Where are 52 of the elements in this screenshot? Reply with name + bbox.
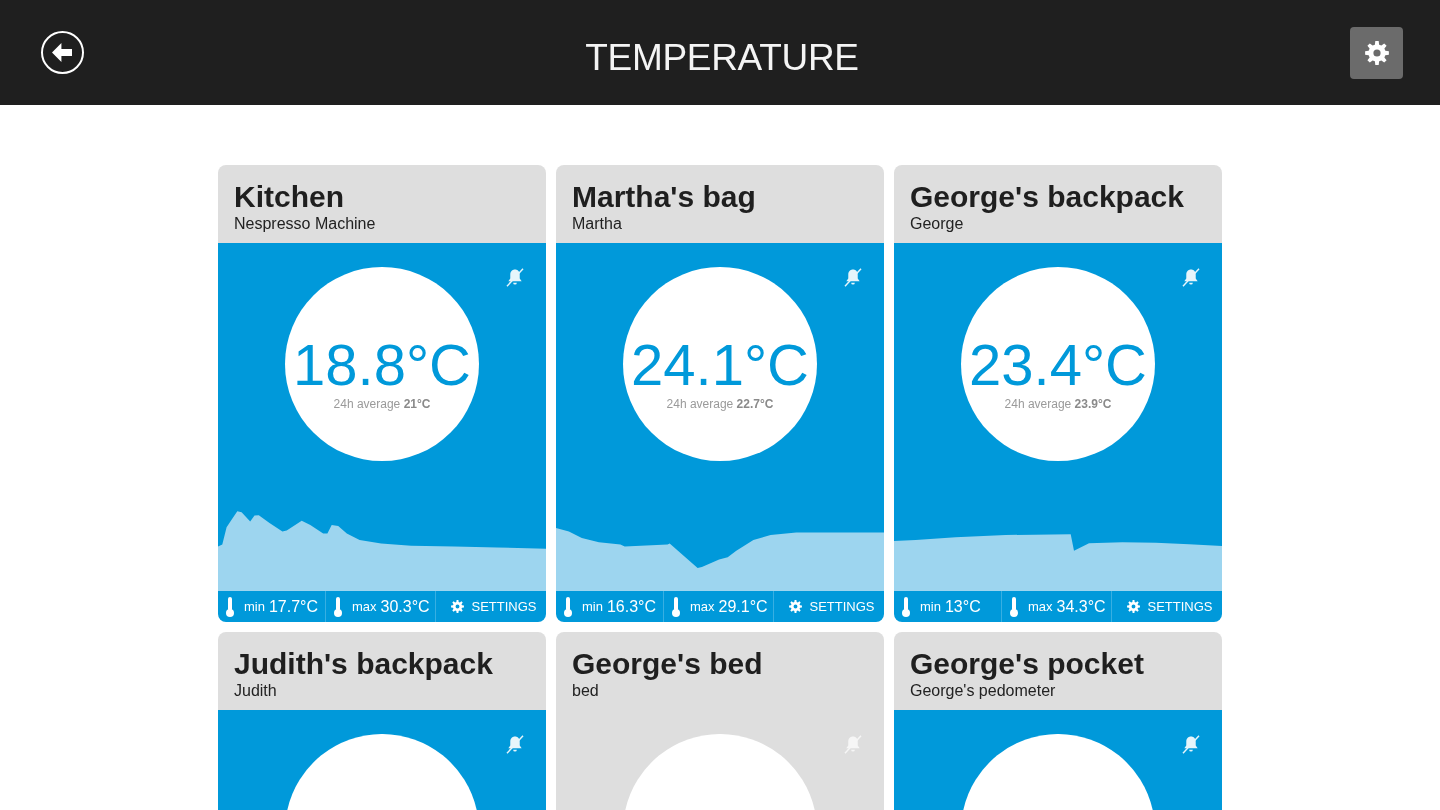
muted-bell-icon[interactable] — [506, 268, 524, 287]
settings-button[interactable] — [1350, 26, 1403, 79]
thermometer-icon — [1010, 596, 1018, 617]
card-title: George's pocket — [910, 647, 1145, 681]
muted-bell-icon[interactable] — [844, 268, 862, 287]
muted-bell-icon[interactable] — [1182, 268, 1200, 287]
thermometer-icon — [902, 596, 910, 617]
gear-icon — [789, 600, 803, 613]
muted-bell-icon[interactable] — [1182, 735, 1200, 754]
max-label: max — [1028, 599, 1053, 614]
temperature-value: 18.8°C — [293, 333, 471, 397]
min-value: 16.3°C — [606, 597, 657, 616]
max-label: max — [690, 599, 715, 614]
thermometer-icon — [334, 596, 342, 617]
arrow-left-icon — [51, 42, 72, 62]
thermometer-icon — [226, 596, 234, 617]
card-title: George's backpack — [910, 180, 1185, 214]
card-subtitle: George — [910, 214, 965, 234]
temperature-value: 23.4°C — [969, 333, 1147, 397]
thermometer-icon — [564, 596, 572, 617]
temperature-value: 24.1°C — [631, 333, 809, 397]
min-label: min — [244, 599, 265, 614]
max-label: max — [352, 599, 377, 614]
average-text: 24h average 23.9°C — [1004, 397, 1112, 411]
average-text: 24h average 22.7°C — [666, 397, 774, 411]
average-text: 24h average 21°C — [333, 397, 431, 411]
card-title: Kitchen — [234, 180, 345, 214]
page-title: TEMPERATURE — [585, 35, 859, 80]
gear-icon — [451, 600, 465, 613]
max-value: 34.3°C — [1056, 597, 1106, 616]
max-value: 29.1°C — [718, 597, 768, 616]
gear-icon — [1127, 600, 1141, 613]
min-label: min — [920, 599, 941, 614]
gear-icon — [1364, 40, 1389, 65]
settings-button[interactable]: SETTINGS — [451, 599, 537, 614]
min-label: min — [582, 599, 603, 614]
max-value: 30.3°C — [380, 597, 430, 616]
card-title: George's bed — [572, 647, 764, 681]
card-subtitle: Martha — [572, 214, 623, 234]
card-title: Judith's backpack — [234, 647, 494, 681]
thermometer-icon — [672, 596, 680, 617]
card-subtitle: George's pedometer — [910, 681, 1057, 701]
card-subtitle: bed — [572, 681, 600, 701]
card-subtitle: Judith — [234, 681, 278, 701]
muted-bell-icon[interactable] — [506, 735, 524, 754]
settings-button[interactable]: SETTINGS — [1127, 599, 1213, 614]
card-title: Martha's bag — [572, 180, 757, 214]
back-button[interactable] — [41, 30, 84, 74]
settings-button[interactable]: SETTINGS — [789, 599, 875, 614]
min-value: 13°C — [944, 597, 981, 616]
card-subtitle: Nespresso Machine — [234, 214, 377, 234]
min-value: 17.7°C — [268, 597, 319, 616]
